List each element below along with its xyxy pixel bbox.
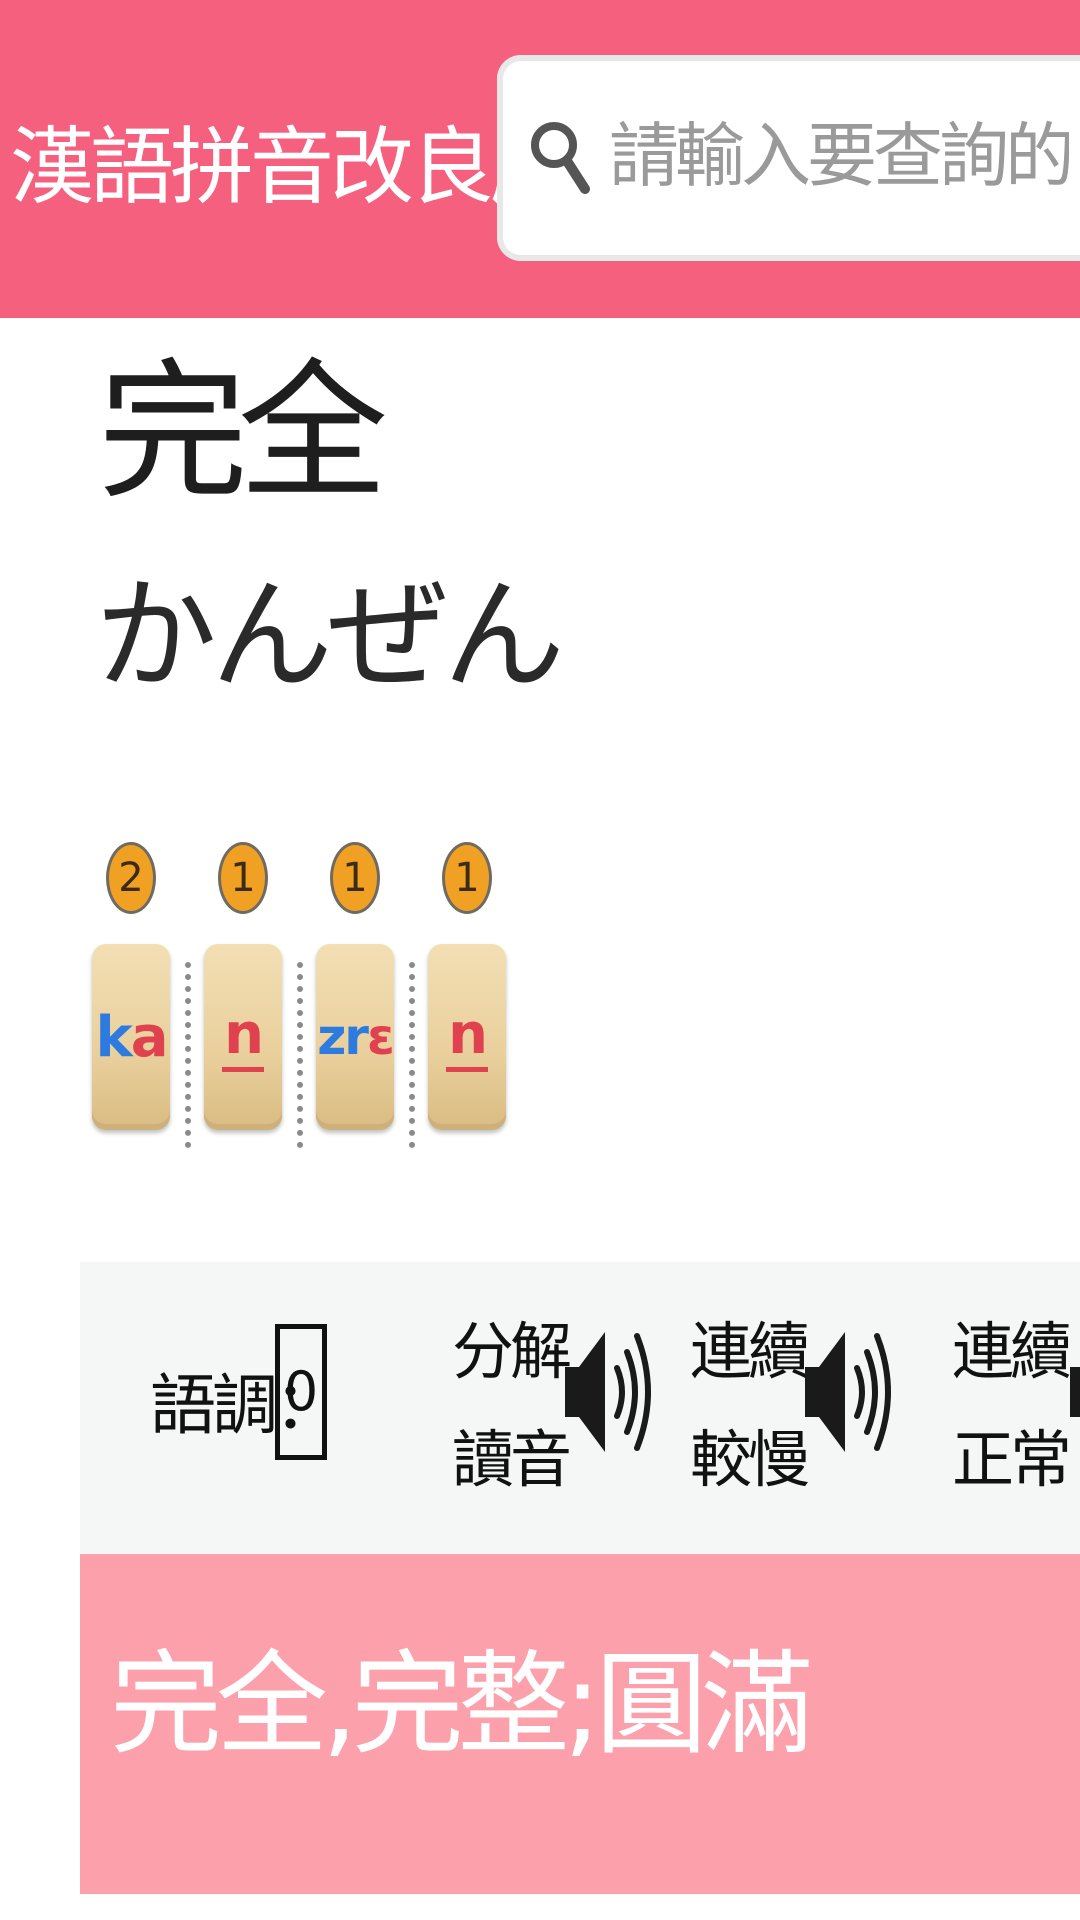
syllable-3[interactable]: 1 zr ɛ: [316, 842, 415, 1148]
syllable-nasal: n: [222, 1002, 264, 1072]
slow-reading-label: 連續 較慢: [690, 1298, 810, 1514]
syllable-tile[interactable]: zr ɛ: [316, 944, 395, 1130]
normal-reading-line2: 正常: [952, 1423, 1072, 1496]
tone-value-box: 0: [275, 1324, 327, 1460]
search-box[interactable]: [497, 55, 1080, 261]
normal-reading-label: 連續 正常: [952, 1298, 1072, 1514]
tone-badge: 1: [330, 842, 380, 914]
slow-reading-speaker-icon[interactable]: [805, 1312, 895, 1472]
syllable-nasal: n: [446, 1002, 488, 1072]
top-app-bar: 漢語拼音改良版: [0, 0, 1080, 318]
split-reading-label: 分解 讀音: [452, 1298, 572, 1514]
slow-reading-line2: 較慢: [690, 1423, 810, 1496]
normal-reading-speaker-icon[interactable]: [1070, 1312, 1080, 1472]
syllable-tile[interactable]: n: [428, 944, 506, 1130]
romanization-mode-label: 漢語拼音改良版: [10, 117, 574, 216]
search-icon: [531, 122, 590, 194]
syllable-tile[interactable]: ka: [92, 944, 170, 1130]
syllable-tile[interactable]: n: [204, 944, 282, 1130]
syllable-consonant: k: [95, 1004, 132, 1070]
split-reading-line2: 讀音: [452, 1423, 572, 1496]
syllable-divider: [185, 962, 191, 1148]
tone-badge: 2: [106, 842, 156, 914]
syllable-consonant: zr: [317, 1008, 369, 1066]
syllable-vowel: ɛ: [366, 1008, 395, 1066]
kana-reading: かんぜん: [95, 565, 565, 707]
search-input[interactable]: [607, 105, 1071, 207]
syllable-2[interactable]: 1 n: [204, 842, 303, 1148]
split-reading-line1: 分解: [452, 1315, 572, 1388]
split-reading-speaker-icon[interactable]: [565, 1312, 655, 1472]
syllable-1[interactable]: 2 ka: [92, 842, 191, 1148]
tone-badge: 1: [218, 842, 268, 914]
syllable-4[interactable]: 1 n: [428, 842, 506, 1130]
syllable-tiles: 2 ka 1 n 1 zr ɛ 1 n: [92, 842, 540, 1148]
syllable-vowel: a: [130, 1004, 169, 1070]
tone-badge: 1: [442, 842, 492, 914]
meaning-text: 完全,完整;圓滿: [110, 1640, 813, 1770]
headword: 完全: [98, 346, 388, 520]
syllable-divider: [297, 962, 303, 1148]
slow-reading-line1: 連續: [690, 1315, 810, 1388]
pronunciation-controls: 語調： 0 分解 讀音 連續 較慢 連續 正常: [80, 1262, 1080, 1554]
meaning-panel: 完全,完整;圓滿: [80, 1554, 1080, 1894]
syllable-divider: [409, 962, 415, 1148]
normal-reading-line1: 連續: [952, 1315, 1072, 1388]
